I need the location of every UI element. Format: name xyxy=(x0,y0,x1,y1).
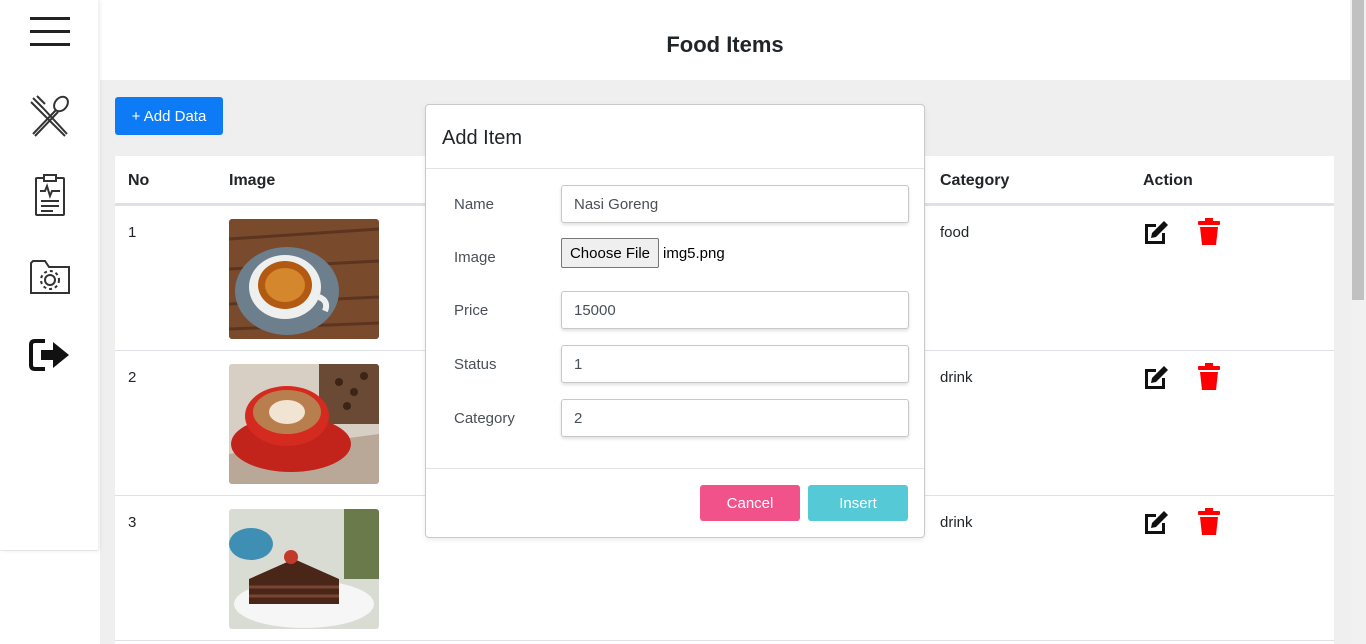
file-name-text: img5.png xyxy=(663,245,725,262)
status-label: Status xyxy=(454,356,497,373)
row-number: 1 xyxy=(128,224,137,241)
row-category: drink xyxy=(940,514,973,531)
page-scrollbar[interactable] xyxy=(1350,0,1366,644)
trash-icon[interactable] xyxy=(1197,508,1225,536)
modal-title: Add Item xyxy=(442,127,523,149)
folder-settings-icon[interactable] xyxy=(28,254,72,298)
chocolate-cake-photo xyxy=(229,509,379,629)
price-input[interactable] xyxy=(561,291,909,329)
trash-icon[interactable] xyxy=(1197,363,1225,391)
edit-icon[interactable] xyxy=(1142,363,1170,391)
modal-divider xyxy=(426,468,924,469)
trash-icon[interactable] xyxy=(1197,218,1225,246)
price-label: Price xyxy=(454,302,489,319)
name-label: Name xyxy=(454,196,495,213)
column-header-no: No xyxy=(128,172,150,189)
coffee-cup-photo xyxy=(229,219,379,339)
row-category: drink xyxy=(940,369,973,386)
edit-icon[interactable] xyxy=(1142,508,1170,536)
row-number: 3 xyxy=(128,514,137,531)
menu-icon[interactable] xyxy=(28,10,72,54)
column-header-image: Image xyxy=(229,172,276,189)
category-input[interactable] xyxy=(561,399,909,437)
scrollbar-thumb[interactable] xyxy=(1352,0,1364,300)
clipboard-report-icon[interactable] xyxy=(28,173,72,217)
modal-divider xyxy=(426,168,924,169)
page-header: Food Items xyxy=(100,0,1350,80)
edit-icon[interactable] xyxy=(1142,218,1170,246)
image-label: Image xyxy=(454,249,496,266)
latte-art-photo xyxy=(229,364,379,484)
name-input[interactable] xyxy=(561,185,909,223)
sidebar xyxy=(0,0,98,551)
column-header-action: Action xyxy=(1143,172,1193,189)
column-header-category: Category xyxy=(940,172,1010,189)
add-data-button[interactable]: + Add Data xyxy=(115,97,223,135)
add-item-modal: Add Item Name Image Choose File img5.png… xyxy=(425,104,925,538)
cancel-button[interactable]: Cancel xyxy=(700,485,800,521)
page-title: Food Items xyxy=(666,32,784,57)
row-number: 2 xyxy=(128,369,137,386)
category-label: Category xyxy=(454,410,515,427)
insert-button[interactable]: Insert xyxy=(808,485,908,521)
row-category: food xyxy=(940,224,970,241)
logout-icon[interactable] xyxy=(28,333,72,377)
status-input[interactable] xyxy=(561,345,909,383)
utensils-icon[interactable] xyxy=(28,94,72,138)
choose-file-button[interactable]: Choose File xyxy=(561,238,659,268)
